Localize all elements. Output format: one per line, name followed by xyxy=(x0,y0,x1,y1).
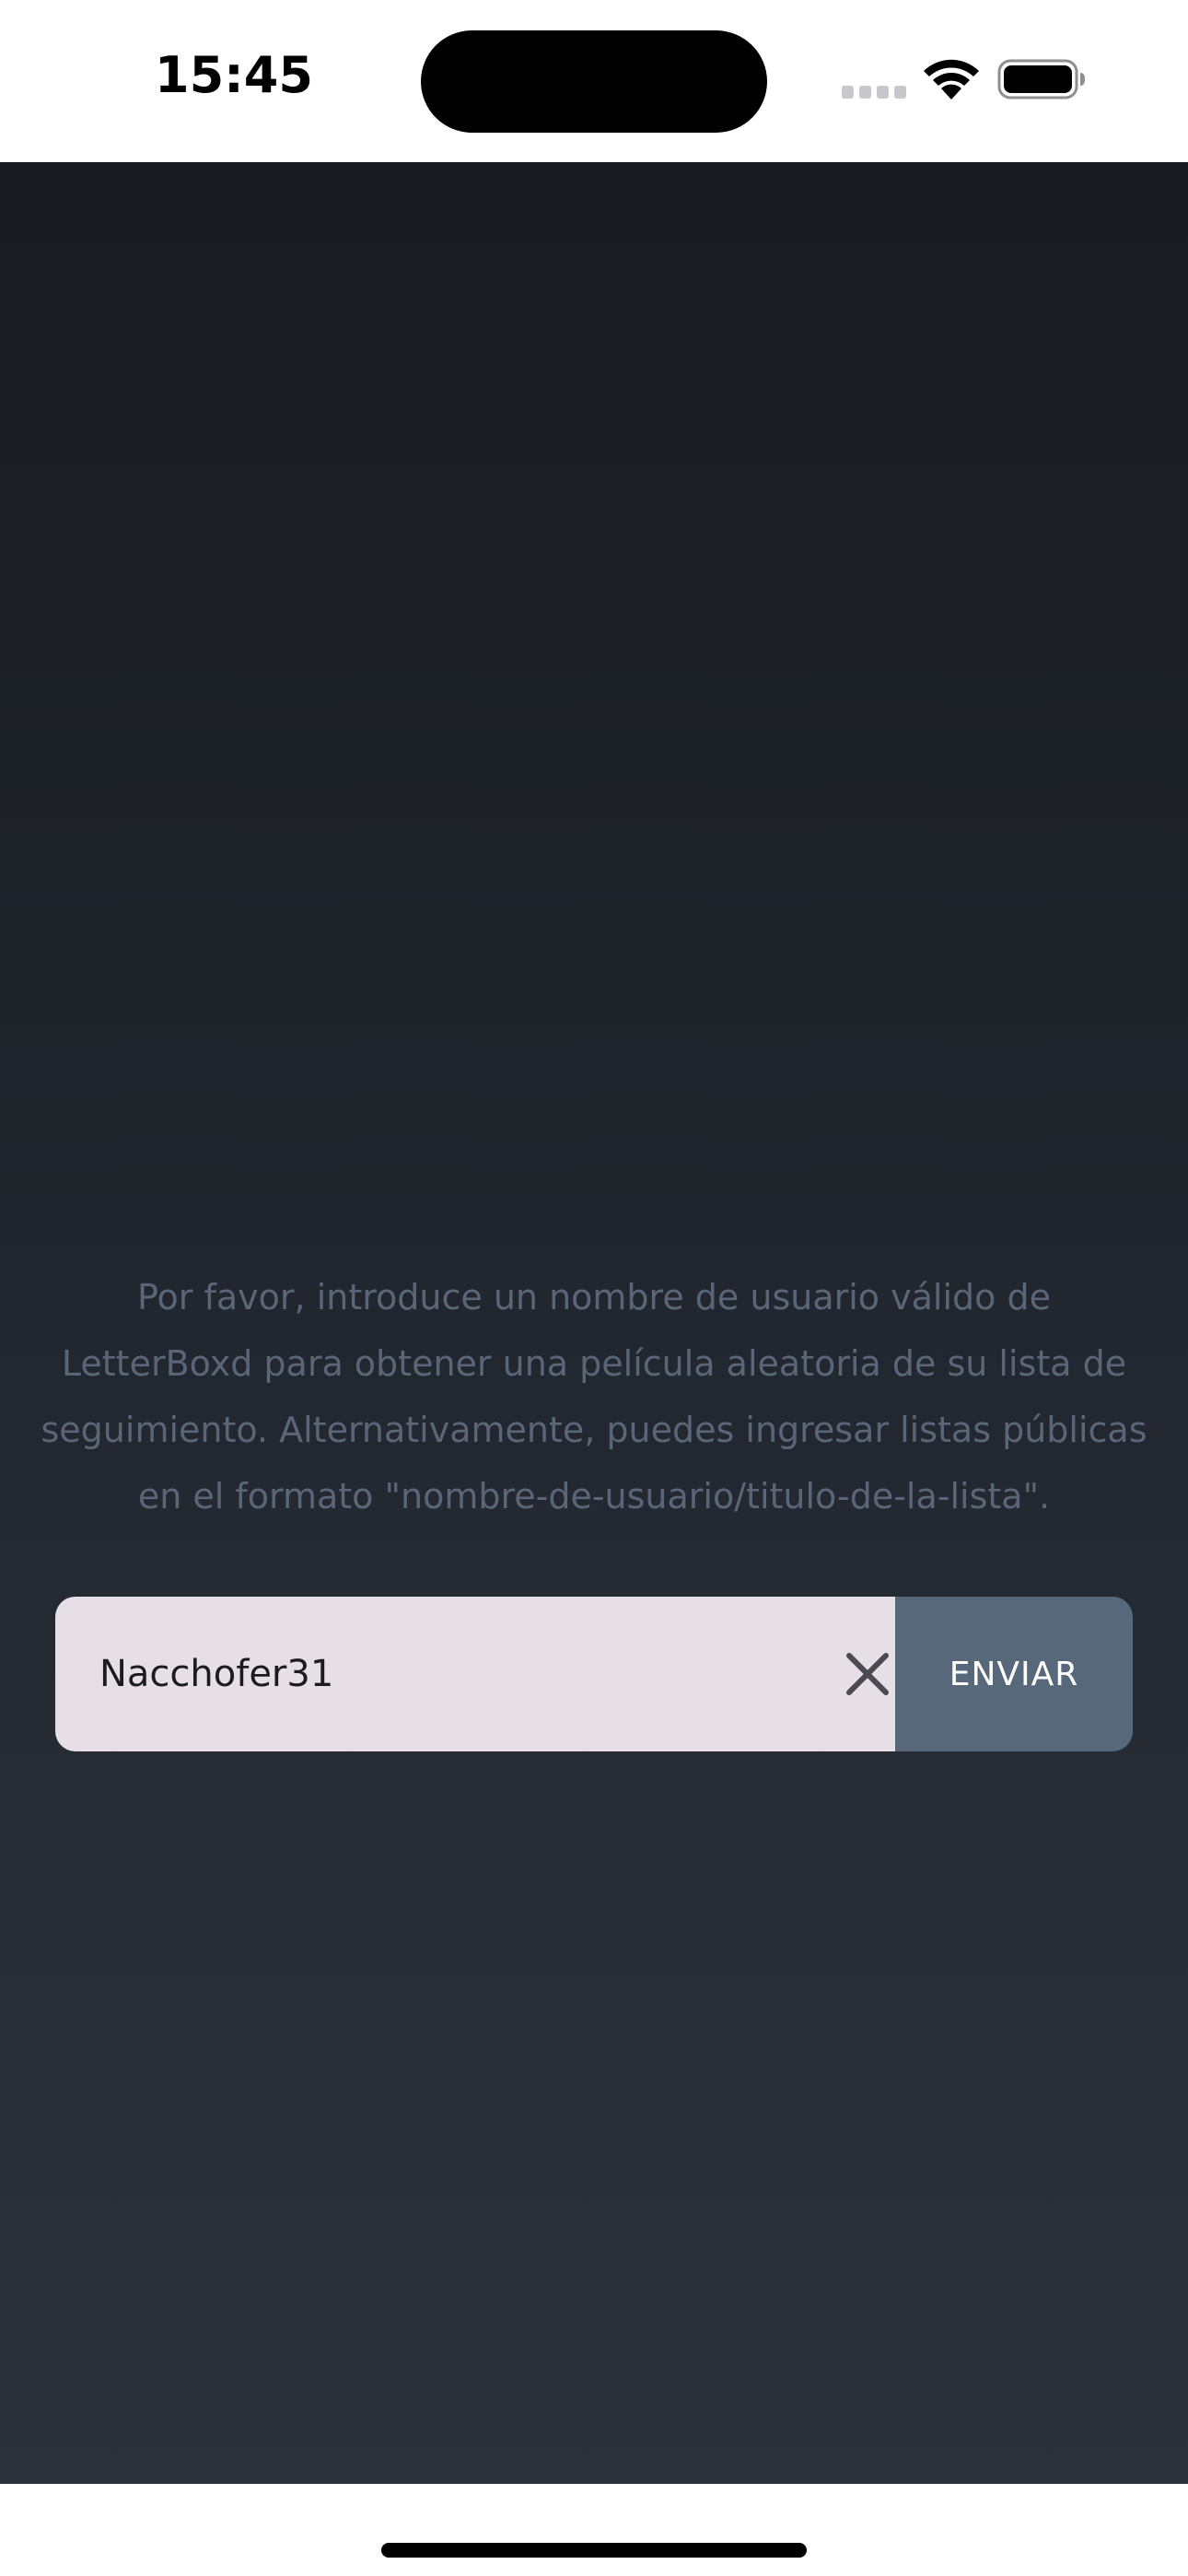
signal-icon xyxy=(842,86,906,99)
home-bar-area xyxy=(0,2484,1188,2576)
close-icon[interactable] xyxy=(842,1648,893,1700)
wifi-icon xyxy=(924,59,979,100)
username-form: ENVIAR xyxy=(55,1597,1133,1751)
username-field-container xyxy=(55,1597,895,1751)
battery-icon xyxy=(997,59,1085,100)
status-bar: 15:45 xyxy=(0,0,1188,162)
username-input[interactable] xyxy=(99,1597,818,1751)
instructions-text: Por favor, introduce un nombre de usuari… xyxy=(41,1277,1147,1516)
dynamic-island xyxy=(421,30,767,133)
main-content: Por favor, introduce un nombre de usuari… xyxy=(0,162,1188,2484)
home-indicator[interactable] xyxy=(381,2543,807,2558)
status-time: 15:45 xyxy=(155,46,313,104)
submit-button[interactable]: ENVIAR xyxy=(895,1597,1133,1751)
